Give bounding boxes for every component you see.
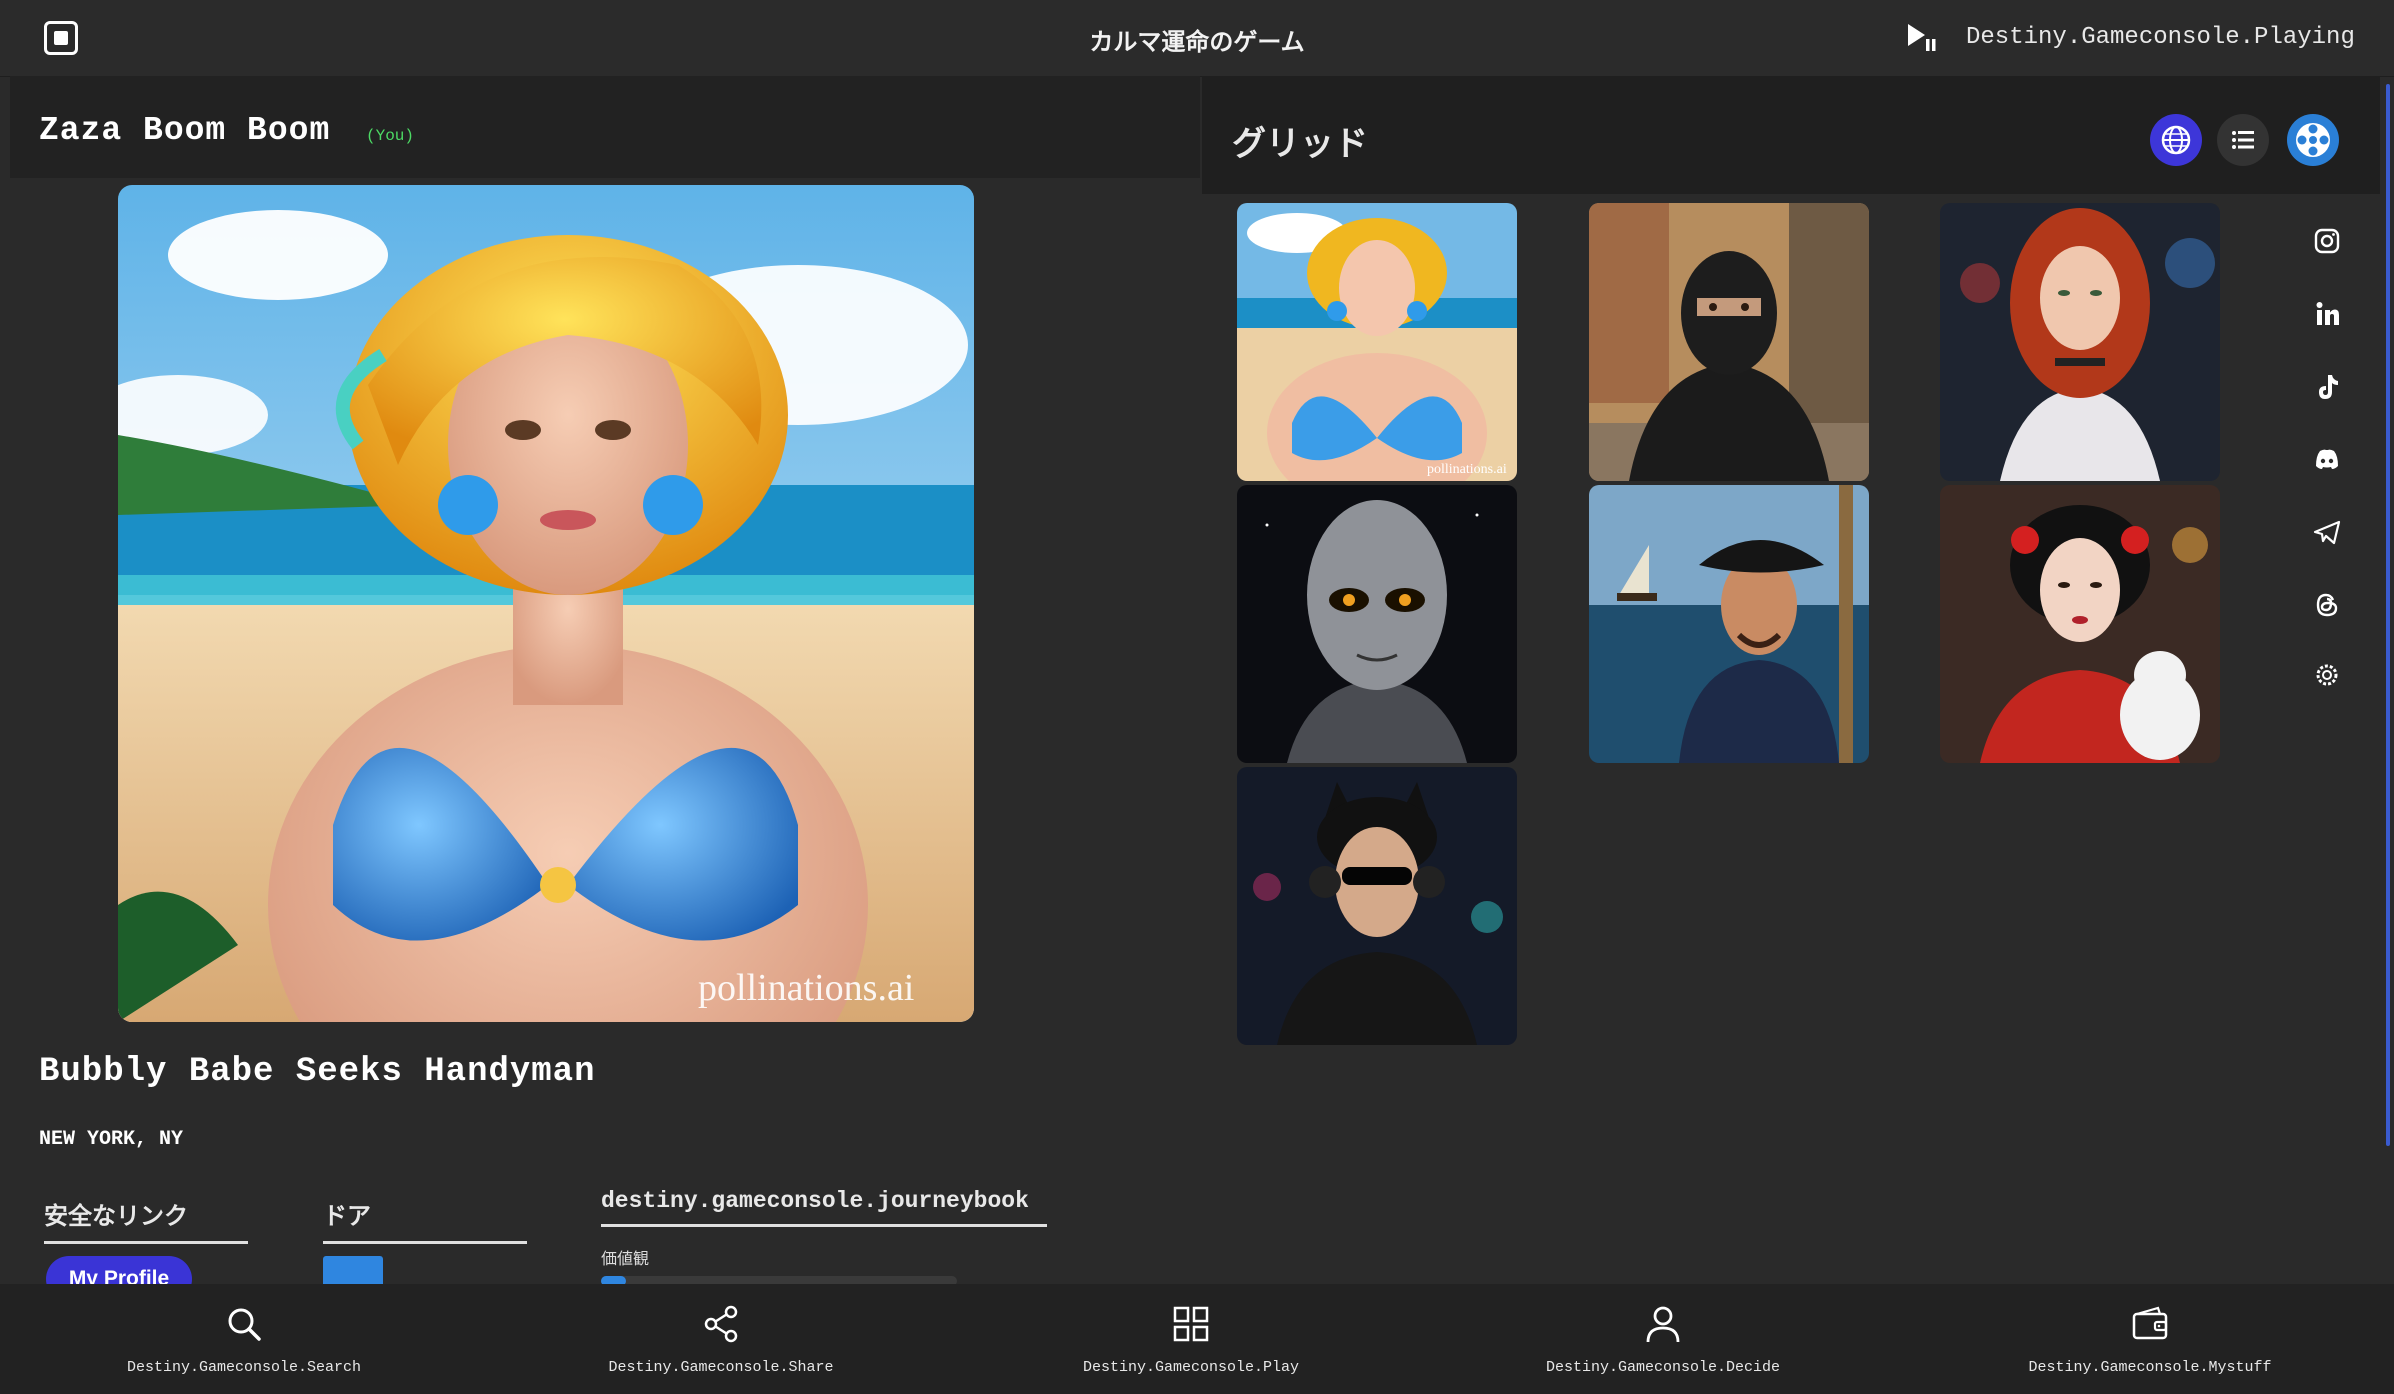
nav-play[interactable]: Destiny.Gameconsole.Play (991, 1284, 1391, 1394)
you-badge: (You) (366, 127, 415, 145)
globe-icon (2161, 125, 2191, 155)
grid-thumb-ninja[interactable] (1589, 203, 1869, 481)
profile-name: Zaza Boom Boom (39, 112, 331, 149)
tiktok-icon[interactable] (2310, 370, 2344, 404)
instagram-icon[interactable] (2310, 224, 2344, 258)
grid-thumb-art (1589, 485, 1869, 763)
thumb-watermark: pollinations.ai (1427, 462, 1507, 477)
profile-location: NEW YORK, NY (39, 1128, 184, 1151)
profile-portrait-illustration: pollinations.ai (118, 185, 974, 1022)
nav-mystuff[interactable]: Destiny.Gameconsole.Mystuff (1950, 1284, 2350, 1394)
grid-thumb-art (1237, 767, 1517, 1045)
journeybook-heading[interactable]: destiny.gameconsole.journeybook (601, 1188, 1047, 1227)
grid-thumb-alien[interactable] (1237, 485, 1517, 763)
grid-thumb-pirate[interactable] (1589, 485, 1869, 763)
nav-search[interactable]: Destiny.Gameconsole.Search (44, 1284, 444, 1394)
threads-icon[interactable] (2310, 588, 2344, 622)
grid-scrollbar[interactable] (2386, 84, 2390, 1146)
image-watermark: pollinations.ai (698, 967, 914, 1009)
wallet-icon (2132, 1306, 2168, 1340)
grid-thumb-cat-ears-man[interactable] (1237, 767, 1517, 1045)
door-heading: ドア (323, 1196, 527, 1244)
nav-share[interactable]: Destiny.Gameconsole.Share (521, 1284, 921, 1394)
grid-thumb-art: pollinations.ai (1237, 203, 1517, 481)
share-icon (704, 1305, 738, 1343)
grid-thumb-art (1237, 485, 1517, 763)
grid-thumb-geisha[interactable] (1940, 485, 2220, 763)
playing-status: Destiny.Gameconsole.Playing (1966, 24, 2355, 51)
value-label: 価値観 (601, 1251, 650, 1268)
discord-icon[interactable] (2310, 442, 2344, 476)
bottom-nav: Destiny.Gameconsole.Search Destiny.Gamec… (0, 1284, 2394, 1394)
list-view-button[interactable] (2217, 114, 2269, 166)
top-bar: カルマ運命のゲーム Destiny.Gameconsole.Playing (0, 0, 2394, 77)
nav-label: Destiny.Gameconsole.Share (608, 1359, 834, 1376)
film-reel-view-button[interactable] (2287, 114, 2339, 166)
linkedin-icon[interactable] (2310, 297, 2344, 331)
settings-icon[interactable] (2310, 658, 2344, 692)
grid-title: グリッド (1232, 125, 1368, 163)
profile-headline: Bubbly Babe Seeks Handyman (39, 1053, 596, 1091)
nav-label: Destiny.Gameconsole.Play (1082, 1359, 1300, 1376)
play-pause-icon[interactable] (1905, 22, 1937, 54)
grid-header: グリッド (1202, 76, 2380, 194)
nav-label: Destiny.Gameconsole.Mystuff (2028, 1359, 2272, 1376)
nav-decide[interactable]: Destiny.Gameconsole.Decide (1463, 1284, 1863, 1394)
nav-label: Destiny.Gameconsole.Decide (1545, 1359, 1781, 1376)
search-icon (228, 1308, 261, 1341)
grid-icon (1173, 1306, 1209, 1342)
person-icon (1646, 1306, 1680, 1343)
profile-image[interactable]: pollinations.ai (118, 185, 974, 1022)
grid-thumb-blonde-beach[interactable]: pollinations.ai (1237, 203, 1517, 481)
telegram-icon[interactable] (2310, 515, 2344, 549)
grid-thumb-art (1589, 203, 1869, 481)
grid-thumb-art (1940, 203, 2220, 481)
profile-header: Zaza Boom Boom (You) (10, 76, 1200, 178)
list-icon (2232, 131, 2254, 149)
grid-thumb-art (1940, 485, 2220, 763)
nav-label: Destiny.Gameconsole.Search (126, 1359, 362, 1376)
grid-thumb-redhead[interactable] (1940, 203, 2220, 481)
safe-links-heading: 安全なリンク (44, 1196, 248, 1244)
globe-view-button[interactable] (2150, 114, 2202, 166)
film-reel-icon (2296, 123, 2330, 157)
